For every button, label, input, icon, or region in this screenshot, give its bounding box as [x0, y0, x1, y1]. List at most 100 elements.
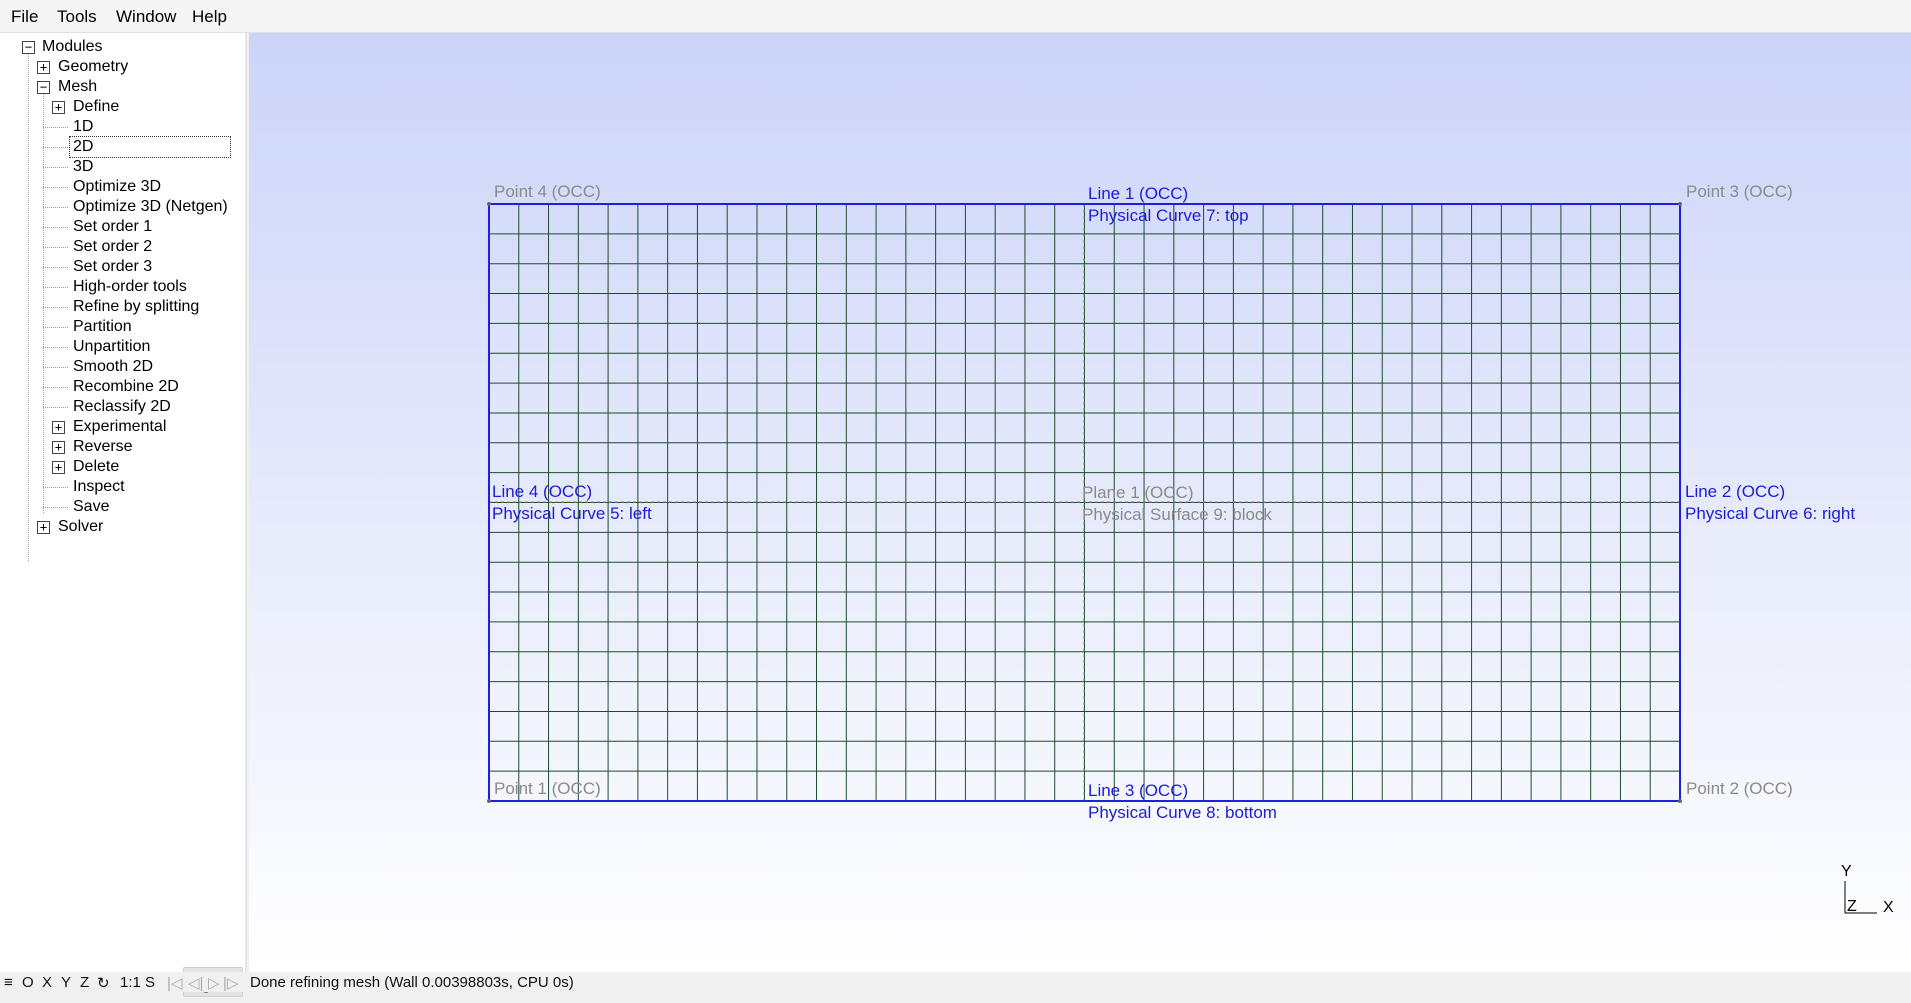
axis-z-label: Z — [1847, 898, 1857, 915]
tree-item-label: Optimize 3D — [73, 178, 162, 195]
view-z-button[interactable]: Z — [80, 974, 89, 991]
menu-window[interactable]: Window — [116, 7, 176, 27]
tree-item-optimize-3d-netgen[interactable]: Optimize 3D (Netgen) — [73, 197, 228, 217]
tree-connector — [43, 93, 44, 513]
tree-item-optimize-3d[interactable]: Optimize 3D — [73, 177, 161, 197]
expand-icon[interactable]: + — [37, 521, 50, 534]
play-icon[interactable]: ▷ — [208, 974, 220, 992]
expand-icon[interactable]: + — [37, 61, 50, 74]
tree-item-label: Delete — [73, 458, 120, 475]
tree-item-inspect[interactable]: Inspect — [73, 477, 125, 497]
line-2-label: Line 2 (OCC) — [1685, 482, 1786, 501]
tree-connector — [43, 367, 68, 368]
last-step-icon[interactable]: |▷ — [223, 974, 238, 992]
tree-item-label: Solver — [58, 518, 104, 535]
point-3[interactable] — [1678, 202, 1682, 206]
status-bar: ≡ O X Y Z ↻ 1:1 S |◁ ◁| ▷ |▷ Done refini… — [0, 972, 1911, 992]
snap-s-button[interactable]: S — [145, 974, 155, 991]
first-step-icon[interactable]: |◁ — [167, 974, 182, 992]
tree-item-label: Reverse — [73, 438, 133, 455]
tree-item-label: 2D — [73, 138, 94, 155]
tree-connector — [43, 207, 68, 208]
tree-connector — [43, 227, 68, 228]
menu-window-label: Window — [116, 7, 177, 26]
expand-icon[interactable]: + — [52, 441, 65, 454]
point-1[interactable] — [487, 799, 491, 803]
collapse-icon[interactable]: − — [37, 81, 50, 94]
tree-connector — [43, 287, 68, 288]
tree-item-solver[interactable]: Solver — [58, 517, 103, 537]
tree-connector — [43, 327, 68, 328]
tree-item-modules[interactable]: Modules — [42, 37, 102, 57]
tree-item-set-order-3[interactable]: Set order 3 — [73, 257, 152, 277]
point-2[interactable] — [1678, 799, 1682, 803]
menu-tools-label: Tools — [57, 7, 97, 26]
tree-item-label: Partition — [73, 318, 132, 335]
status-message: Done refining mesh (Wall 0.00398803s, CP… — [250, 974, 574, 991]
view-o-button[interactable]: O — [22, 974, 34, 991]
expand-icon[interactable]: + — [52, 461, 65, 474]
tree-item-unpartition[interactable]: Unpartition — [73, 337, 150, 357]
graphics-viewport[interactable]: Point 4 (OCC) Point 3 (OCC) Point 1 (OCC… — [249, 33, 1911, 972]
menu-help[interactable]: Help — [192, 7, 227, 27]
plane-1-physical-label: Physical Surface 9: block — [1082, 505, 1272, 524]
tree-item-smooth-2d[interactable]: Smooth 2D — [73, 357, 153, 377]
prev-step-icon[interactable]: ◁| — [188, 974, 203, 992]
expand-icon[interactable]: + — [52, 101, 65, 114]
tree-item-2d[interactable]: 2D — [69, 136, 231, 158]
tree-connector — [43, 387, 68, 388]
expand-icon[interactable]: + — [52, 421, 65, 434]
line-3-physical-label: Physical Curve 8: bottom — [1088, 803, 1277, 822]
menu-file[interactable]: File — [11, 7, 38, 27]
menu-file-label: File — [11, 7, 39, 26]
tree-item-refine-by-splitting[interactable]: Refine by splitting — [73, 297, 199, 317]
scale-1-1-button[interactable]: 1:1 — [120, 974, 141, 991]
tree-item-high-order-tools[interactable]: High-order tools — [73, 277, 187, 297]
tree-connector — [43, 307, 68, 308]
tree-item-recombine-2d[interactable]: Recombine 2D — [73, 377, 179, 397]
tree-item-reverse[interactable]: Reverse — [73, 437, 133, 457]
tree-item-delete[interactable]: Delete — [73, 457, 119, 477]
tree-item-label: Inspect — [73, 478, 125, 495]
tree-item-3d[interactable]: 3D — [73, 157, 93, 177]
view-y-button[interactable]: Y — [61, 974, 71, 991]
tree-item-reclassify-2d[interactable]: Reclassify 2D — [73, 397, 171, 417]
tree-item-label: Set order 2 — [73, 238, 153, 255]
tree-item-experimental[interactable]: Experimental — [73, 417, 166, 437]
module-tree: − Modules + Geometry − Mesh + Define 1D … — [0, 33, 247, 997]
tree-item-set-order-2[interactable]: Set order 2 — [73, 237, 152, 257]
tree-item-label: Define — [73, 98, 120, 115]
tree-connector — [43, 147, 68, 148]
tree-item-partition[interactable]: Partition — [73, 317, 132, 337]
axis-y-label: Y — [1841, 863, 1852, 880]
tree-item-define[interactable]: Define — [73, 97, 119, 117]
tree-item-label: Mesh — [58, 78, 98, 95]
tree-item-label: Refine by splitting — [73, 298, 200, 315]
tree-item-label: Experimental — [73, 418, 167, 435]
tree-item-set-order-1[interactable]: Set order 1 — [73, 217, 152, 237]
line-1-label: Line 1 (OCC) — [1088, 184, 1189, 203]
menu-toggle-button[interactable]: ≡ — [4, 974, 13, 991]
tree-connector — [43, 347, 68, 348]
tree-item-geometry[interactable]: Geometry — [58, 57, 128, 77]
tree-item-label: Smooth 2D — [73, 358, 154, 375]
tree-item-label: Recombine 2D — [73, 378, 179, 395]
tree-connector — [43, 267, 68, 268]
tree-item-label: 1D — [73, 118, 94, 135]
line-3-label: Line 3 (OCC) — [1088, 781, 1189, 800]
view-x-button[interactable]: X — [42, 974, 52, 991]
tree-item-mesh[interactable]: Mesh — [58, 77, 97, 97]
tree-item-1d[interactable]: 1D — [73, 117, 93, 137]
mesh-canvas[interactable] — [249, 33, 1911, 972]
collapse-icon[interactable]: − — [22, 41, 35, 54]
point-4[interactable] — [487, 202, 491, 206]
rotate-button[interactable]: ↻ — [97, 974, 110, 992]
menu-bar: File Tools Window Help — [0, 0, 1911, 33]
tree-item-label: Save — [73, 498, 110, 515]
line-2-physical-label: Physical Curve 6: right — [1685, 504, 1856, 523]
tree-item-save[interactable]: Save — [73, 497, 109, 517]
tree-connector — [43, 407, 68, 408]
tree-connector — [28, 53, 29, 561]
tree-connector — [43, 507, 68, 508]
menu-tools[interactable]: Tools — [57, 7, 97, 27]
